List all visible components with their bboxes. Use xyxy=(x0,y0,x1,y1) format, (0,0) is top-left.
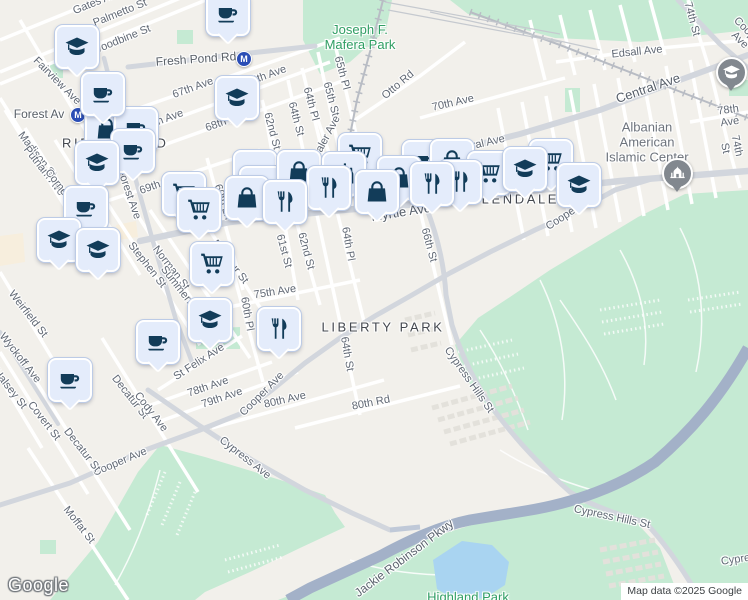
graduation-cap-icon xyxy=(64,34,90,60)
graduation-cap-icon xyxy=(85,237,111,263)
poi-marker-graduation-cap[interactable] xyxy=(55,25,99,69)
commercial-zone xyxy=(0,233,25,266)
park-label: Highland Park xyxy=(427,589,509,600)
shopping-bag-icon xyxy=(234,185,260,211)
poi-marker-graduation-cap[interactable] xyxy=(75,141,119,185)
coffee-cup-icon xyxy=(145,329,171,355)
graduation-cap-icon xyxy=(566,172,592,198)
poi-marker-graduation-cap[interactable] xyxy=(503,147,547,191)
poi-marker-coffee-cup[interactable] xyxy=(136,320,180,364)
fork-knife-icon xyxy=(419,171,445,197)
poi-marker-shopping-bag[interactable] xyxy=(355,170,399,214)
coffee-cup-icon xyxy=(90,81,116,107)
fork-knife-icon xyxy=(272,189,298,215)
graduation-cap-icon xyxy=(224,85,250,111)
shopping-cart-icon xyxy=(199,251,225,277)
poi-marker-fork-knife[interactable] xyxy=(307,166,351,210)
coffee-cup-icon xyxy=(120,138,146,164)
poi-marker-fork-knife[interactable] xyxy=(410,162,454,206)
poi-marker-coffee-cup[interactable] xyxy=(206,0,250,36)
park-label: Joseph F. Mafera Park xyxy=(324,22,396,52)
fork-knife-icon xyxy=(316,175,342,201)
graduation-cap-icon xyxy=(84,150,110,176)
poi-marker-fork-knife[interactable] xyxy=(263,180,307,224)
map-viewport[interactable]: Gates AvePalmetto StWoodbine StFresh Pon… xyxy=(0,0,748,600)
poi-marker-graduation-cap[interactable] xyxy=(76,228,120,272)
neighborhood-label: LIBERTY PARK xyxy=(321,319,445,335)
poi-circle-mosque-icon[interactable] xyxy=(661,157,693,189)
street-label: Forest Av xyxy=(13,107,65,121)
poi-marker-graduation-cap[interactable] xyxy=(215,76,259,120)
attribution-text: Map data ©2025 Google xyxy=(627,585,742,597)
poi-marker-graduation-cap[interactable] xyxy=(188,298,232,342)
map-attribution: Map data ©2025 Google xyxy=(621,583,748,600)
poi-marker-graduation-cap[interactable] xyxy=(557,163,601,207)
coffee-cup-icon xyxy=(73,195,99,221)
google-logo[interactable]: Google xyxy=(8,575,69,596)
graduation-cap-icon xyxy=(512,156,538,182)
poi-marker-graduation-cap[interactable] xyxy=(37,218,81,262)
street-label: 78th Ave xyxy=(716,102,740,130)
poi-marker-shopping-cart[interactable] xyxy=(190,242,234,286)
poi-marker-coffee-cup[interactable] xyxy=(81,72,125,116)
poi-marker-shopping-cart[interactable] xyxy=(177,188,221,232)
subway-station-icon[interactable]: M xyxy=(236,51,252,67)
poi-marker-coffee-cup[interactable] xyxy=(48,358,92,402)
poi-marker-fork-knife[interactable] xyxy=(257,307,301,351)
shopping-cart-icon xyxy=(186,197,212,223)
coffee-cup-icon xyxy=(57,367,83,393)
coffee-cup-icon xyxy=(215,1,241,27)
shopping-bag-icon xyxy=(364,179,390,205)
poi-label: Albanian American Islamic Center xyxy=(605,119,689,165)
poi-circle-graduation-cap-icon[interactable] xyxy=(715,56,747,88)
graduation-cap-icon xyxy=(197,307,223,333)
graduation-cap-icon xyxy=(46,227,72,253)
fork-knife-icon xyxy=(266,316,292,342)
parkway-ramp xyxy=(389,524,421,533)
